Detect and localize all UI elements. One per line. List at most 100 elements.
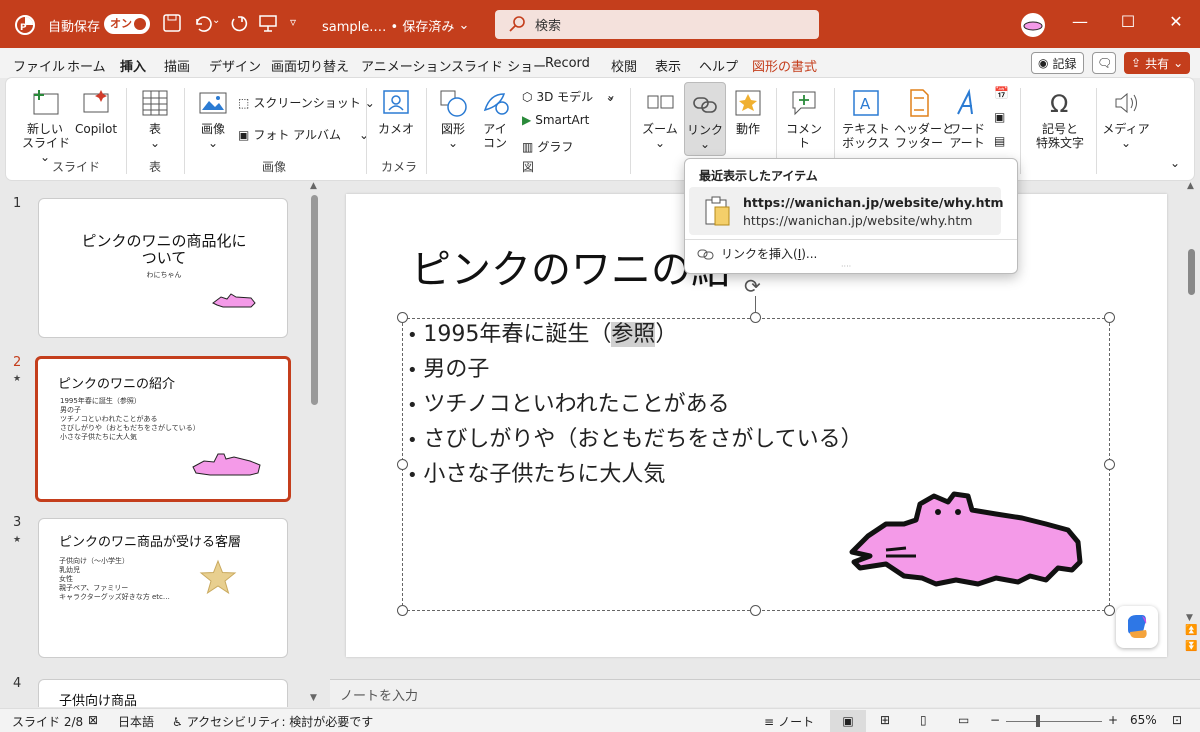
slide-body-text[interactable]: 1995年春に誕生（参照） 男の子 ツチノコといわれたことがある さびしがりや（…	[407, 318, 863, 493]
share-button[interactable]: ⇪ 共有 ⌄	[1124, 52, 1191, 74]
group-divider	[426, 88, 427, 174]
editor-scrollbar[interactable]: ▲ ▼ ⏫ ⏬	[1182, 181, 1200, 677]
textbox-button[interactable]: A テキスト ボックス	[840, 88, 892, 150]
undo-icon[interactable]	[192, 13, 212, 33]
resize-handle[interactable]	[750, 605, 761, 616]
tab-file[interactable]: ファイル	[13, 56, 65, 75]
slide-thumbnail-3[interactable]: ピンクのワニ商品が受ける客層 子供向け（〜小学生） 乳幼児 女性 親子ペア、ファ…	[38, 518, 288, 658]
zoom-slider-thumb[interactable]	[1036, 715, 1040, 727]
save-icon[interactable]	[162, 13, 182, 33]
tab-home[interactable]: ホーム	[67, 56, 106, 75]
reading-view-icon[interactable]: ▯	[920, 713, 927, 727]
link-button[interactable]: リンク ⌄	[684, 82, 726, 156]
ribbon-expand-icon[interactable]: ⌄	[1170, 156, 1180, 170]
tab-view[interactable]: 表示	[655, 56, 681, 75]
normal-view-icon[interactable]: ▣	[830, 710, 866, 732]
zoom-out-icon[interactable]: −	[990, 713, 1000, 727]
new-slide-button[interactable]: 新しい スライド ⌄	[22, 88, 70, 164]
tab-shape-format[interactable]: 図形の書式	[752, 56, 817, 75]
media-button[interactable]: メディア ⌄	[1102, 88, 1150, 150]
comments-button[interactable]: 🗨	[1092, 52, 1116, 74]
tab-record[interactable]: Record	[545, 56, 590, 71]
previous-slide-icon[interactable]: ⏫	[1185, 625, 1197, 636]
tab-transitions[interactable]: 画面切り替え	[271, 56, 349, 75]
copilot-ribbon-button[interactable]: Copilot	[74, 88, 118, 136]
minimize-icon[interactable]: —	[1070, 12, 1090, 34]
group-table-label: 表	[149, 160, 162, 174]
object-icon[interactable]: ▤	[994, 134, 1005, 148]
copilot-button[interactable]	[1116, 606, 1158, 648]
slide-thumbnail-2[interactable]: ピンクのワニの紹介 1995年春に誕生（参照） 男の子 ツチノコといわれたことが…	[35, 356, 291, 502]
pink-crocodile-image[interactable]	[846, 490, 1086, 590]
scroll-up-icon[interactable]: ▲	[310, 181, 317, 191]
scrollbar-thumb[interactable]	[311, 195, 318, 405]
zoom-in-icon[interactable]: +	[1108, 713, 1118, 727]
resize-handle[interactable]	[1104, 605, 1115, 616]
symbols-button[interactable]: Ω 記号と 特殊文字	[1028, 88, 1092, 150]
slide-thumbnail-1[interactable]: ピンクのワニの商品化に ついて わにちゃん	[38, 198, 288, 338]
search-box[interactable]: 検索	[495, 10, 819, 39]
language-indicator[interactable]: 日本語	[118, 713, 154, 730]
resize-handle[interactable]	[1104, 312, 1115, 323]
rotate-handle-icon[interactable]: ⟳	[744, 274, 761, 298]
file-name[interactable]: sample.… • 保存済み ⌄	[322, 16, 469, 35]
slide-sorter-icon[interactable]: ⊞	[880, 713, 890, 727]
action-button[interactable]: 動作	[730, 88, 766, 136]
zoom-slider-track[interactable]	[1006, 721, 1102, 722]
tab-draw[interactable]: 描画	[164, 56, 190, 75]
redo-icon[interactable]	[228, 13, 248, 33]
undo-dropdown-icon[interactable]: ⌄	[212, 15, 220, 26]
record-button[interactable]: ◉ 記録	[1031, 52, 1084, 74]
tab-review[interactable]: 校閲	[611, 56, 637, 75]
image-button[interactable]: 画像 ⌄	[196, 88, 230, 150]
accessibility-indicator[interactable]: ♿ アクセシビリティ: 検討が必要です	[172, 713, 373, 730]
chart-button[interactable]: ▥ グラフ	[522, 138, 573, 155]
cameo-button[interactable]: カメオ	[376, 88, 416, 136]
tab-insert[interactable]: 挿入	[120, 56, 147, 80]
avatar[interactable]	[1020, 12, 1046, 38]
notes-pane[interactable]: ノートを入力	[330, 679, 1200, 707]
shapes-button[interactable]: 図形 ⌄	[436, 88, 470, 150]
scroll-down-icon[interactable]: ▼	[1186, 613, 1193, 623]
resize-grip-icon[interactable]: ····	[841, 262, 851, 271]
more-chevron-icon[interactable]: ⌄	[606, 88, 616, 102]
tab-animations[interactable]: アニメーション	[361, 56, 451, 75]
photo-album-button[interactable]: ▣ フォト アルバム ⌄	[238, 126, 369, 143]
fit-to-window-icon[interactable]: ⊡	[1172, 713, 1182, 727]
resize-handle[interactable]	[1104, 459, 1115, 470]
thumbnail-scrollbar[interactable]: ▲ ▼	[306, 181, 324, 707]
comment-ribbon-button[interactable]: コメント	[784, 88, 824, 150]
scroll-up-icon[interactable]: ▲	[1187, 181, 1194, 191]
tab-help[interactable]: ヘルプ	[699, 56, 738, 75]
table-button[interactable]: 表 ⌄	[138, 88, 172, 150]
insert-link-item[interactable]: リンクを挿入(I)...	[697, 245, 817, 262]
3d-model-button[interactable]: ⬡ 3D モデル ⌄	[522, 88, 615, 105]
date-time-icon[interactable]: 📅	[994, 86, 1009, 100]
next-slide-icon[interactable]: ⏬	[1185, 641, 1197, 652]
present-icon[interactable]	[258, 13, 278, 33]
shapes-icon	[440, 90, 467, 117]
customize-qat-icon[interactable]: ▿	[290, 15, 296, 29]
scroll-down-icon[interactable]: ▼	[310, 693, 317, 703]
tab-slideshow[interactable]: スライド ショー	[451, 56, 546, 75]
slide-title[interactable]: ピンクのワニの紹	[411, 237, 731, 295]
icons-button[interactable]: アイ コン	[478, 88, 512, 150]
spellcheck-icon[interactable]: ⊠	[88, 713, 98, 727]
notes-toggle[interactable]: ≡ ノート	[764, 713, 814, 730]
recent-link-item[interactable]: https://wanichan.jp/website/why.htm http…	[689, 187, 1004, 235]
zoom-level[interactable]: 65%	[1130, 713, 1157, 727]
close-icon[interactable]: ✕	[1166, 12, 1186, 34]
resize-handle[interactable]	[397, 605, 408, 616]
zoom-button[interactable]: ズーム ⌄	[640, 88, 680, 150]
wordart-button[interactable]: ワード アート	[946, 88, 988, 150]
slideshow-view-icon[interactable]: ▭	[958, 713, 969, 727]
slide-number-icon[interactable]: ▣	[994, 110, 1005, 124]
slide-thumbnail-4[interactable]: 子供向け商品	[38, 679, 288, 707]
scrollbar-thumb[interactable]	[1188, 249, 1195, 295]
smartart-button[interactable]: ▶ SmartArt	[522, 113, 589, 127]
autosave-toggle[interactable]: オン	[104, 14, 150, 34]
tab-design[interactable]: デザイン	[209, 56, 261, 75]
maximize-icon[interactable]: ☐	[1118, 12, 1138, 34]
header-footer-button[interactable]: ヘッダーと フッター	[894, 88, 954, 150]
screenshot-button[interactable]: ⬚ スクリーンショット ⌄	[238, 94, 375, 111]
